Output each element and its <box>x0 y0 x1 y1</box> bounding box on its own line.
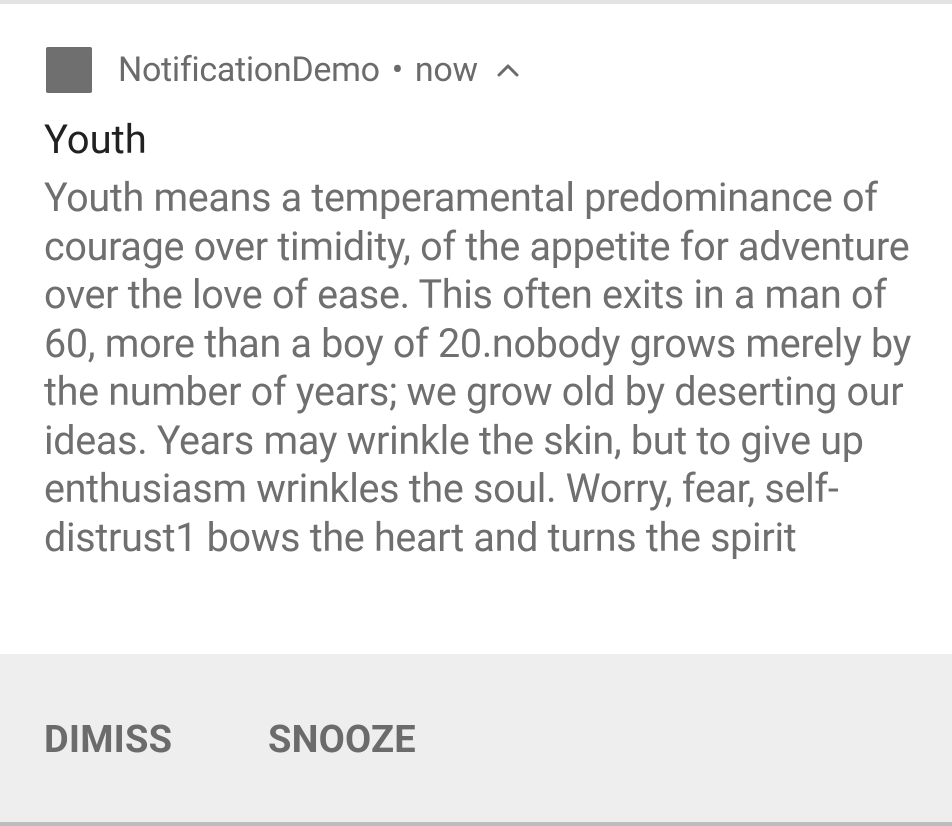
notification-card[interactable]: NotificationDemo • now Youth Youth means… <box>0 4 952 822</box>
notification-title: Youth <box>44 116 147 163</box>
dismiss-button[interactable]: DIMISS <box>44 718 172 762</box>
app-name: NotificationDemo <box>118 50 380 90</box>
chevron-up-icon[interactable] <box>488 50 528 90</box>
snooze-button[interactable]: SNOOZE <box>268 718 416 762</box>
app-icon <box>46 47 92 93</box>
notification-header[interactable]: NotificationDemo • now <box>46 42 528 98</box>
screen-bottom-edge <box>0 822 952 826</box>
header-separator: • <box>391 50 403 90</box>
notification-body: Youth means a temperamental predominance… <box>44 174 912 561</box>
notification-actions: DIMISS SNOOZE <box>0 654 952 822</box>
notification-time: now <box>414 50 478 90</box>
